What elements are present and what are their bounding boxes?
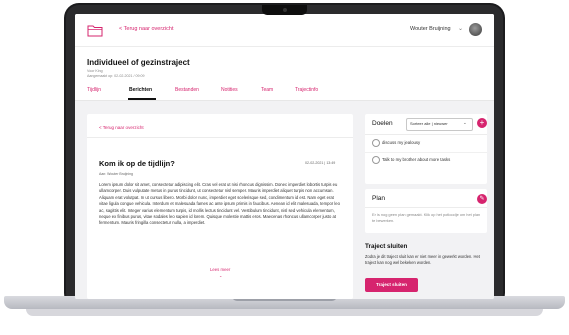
message-recipient: Aan: Wouter Bruijning xyxy=(99,172,133,176)
plan-title: Plan xyxy=(372,195,386,202)
goals-title: Doelen xyxy=(372,120,393,127)
edit-plan-button[interactable]: ✎ xyxy=(477,194,487,204)
tab-trajectinfo[interactable]: Trajectinfo xyxy=(295,87,318,93)
created-date: Aangemaakt op: 02-02-2021 / 09:09 xyxy=(87,74,145,78)
app-screen: < Terug naar overzicht Wouter Bruijning … xyxy=(75,14,494,299)
user-name[interactable]: Wouter Bruijning xyxy=(410,26,451,32)
message-fade xyxy=(87,246,353,268)
laptop-shadow xyxy=(26,309,543,316)
tab-berichten[interactable]: Berichten xyxy=(129,87,152,93)
sort-select-value[interactable]: Sorteer alle | nieuwer xyxy=(410,121,448,126)
message-title: Kom ik op de tijdlijn? xyxy=(99,159,175,168)
goals-divider xyxy=(365,134,487,135)
tab-team[interactable]: Team xyxy=(261,87,273,93)
camera-icon xyxy=(283,8,287,12)
page-subtitle: Voor King xyxy=(87,69,103,73)
chevron-down-icon[interactable]: ⌄ xyxy=(458,25,463,32)
folder-logo-icon xyxy=(87,25,103,37)
goal-checkbox[interactable] xyxy=(372,139,380,147)
chevron-down-icon[interactable]: ⌄ xyxy=(219,273,222,278)
page-title: Individueel of gezinstraject xyxy=(87,58,190,67)
back-to-overview-link[interactable]: < Terug naar overzicht xyxy=(119,26,173,32)
message-date: 02-02-2021 | 13:49 xyxy=(305,161,336,165)
close-trajectory-button[interactable]: Traject sluiten xyxy=(365,278,418,292)
close-trajectory-title: Traject sluiten xyxy=(365,243,408,250)
tab-bestanden[interactable]: Bestanden xyxy=(175,87,199,93)
tab-notities[interactable]: Notities xyxy=(221,87,238,93)
read-more-link[interactable]: Lees meer xyxy=(210,267,230,272)
back-to-overview-link-card[interactable]: < Terug naar overzicht xyxy=(99,125,144,130)
goals-item-divider xyxy=(365,152,487,153)
goal-item: discuss my jealousy xyxy=(382,140,421,145)
goal-item: Talk to my brother about more tasks xyxy=(382,157,451,162)
tab-tijdlijn[interactable]: Tijdlijn xyxy=(87,87,101,93)
chevron-down-icon[interactable]: ⌄ xyxy=(463,120,467,126)
add-goal-button[interactable]: + xyxy=(477,118,487,128)
plan-empty-text: Er is nog geen plan gemaakt. Klik op het… xyxy=(372,212,481,223)
tab-bar: Tijdlijn Berichten Bestanden Notities Te… xyxy=(75,84,494,101)
avatar[interactable] xyxy=(469,23,482,36)
active-tab-indicator xyxy=(128,98,156,100)
close-trajectory-text: Zodra je dit traject sluit kan er niet m… xyxy=(365,254,480,265)
plan-divider xyxy=(365,207,487,208)
goal-checkbox[interactable] xyxy=(372,156,380,164)
card-divider xyxy=(87,137,353,138)
